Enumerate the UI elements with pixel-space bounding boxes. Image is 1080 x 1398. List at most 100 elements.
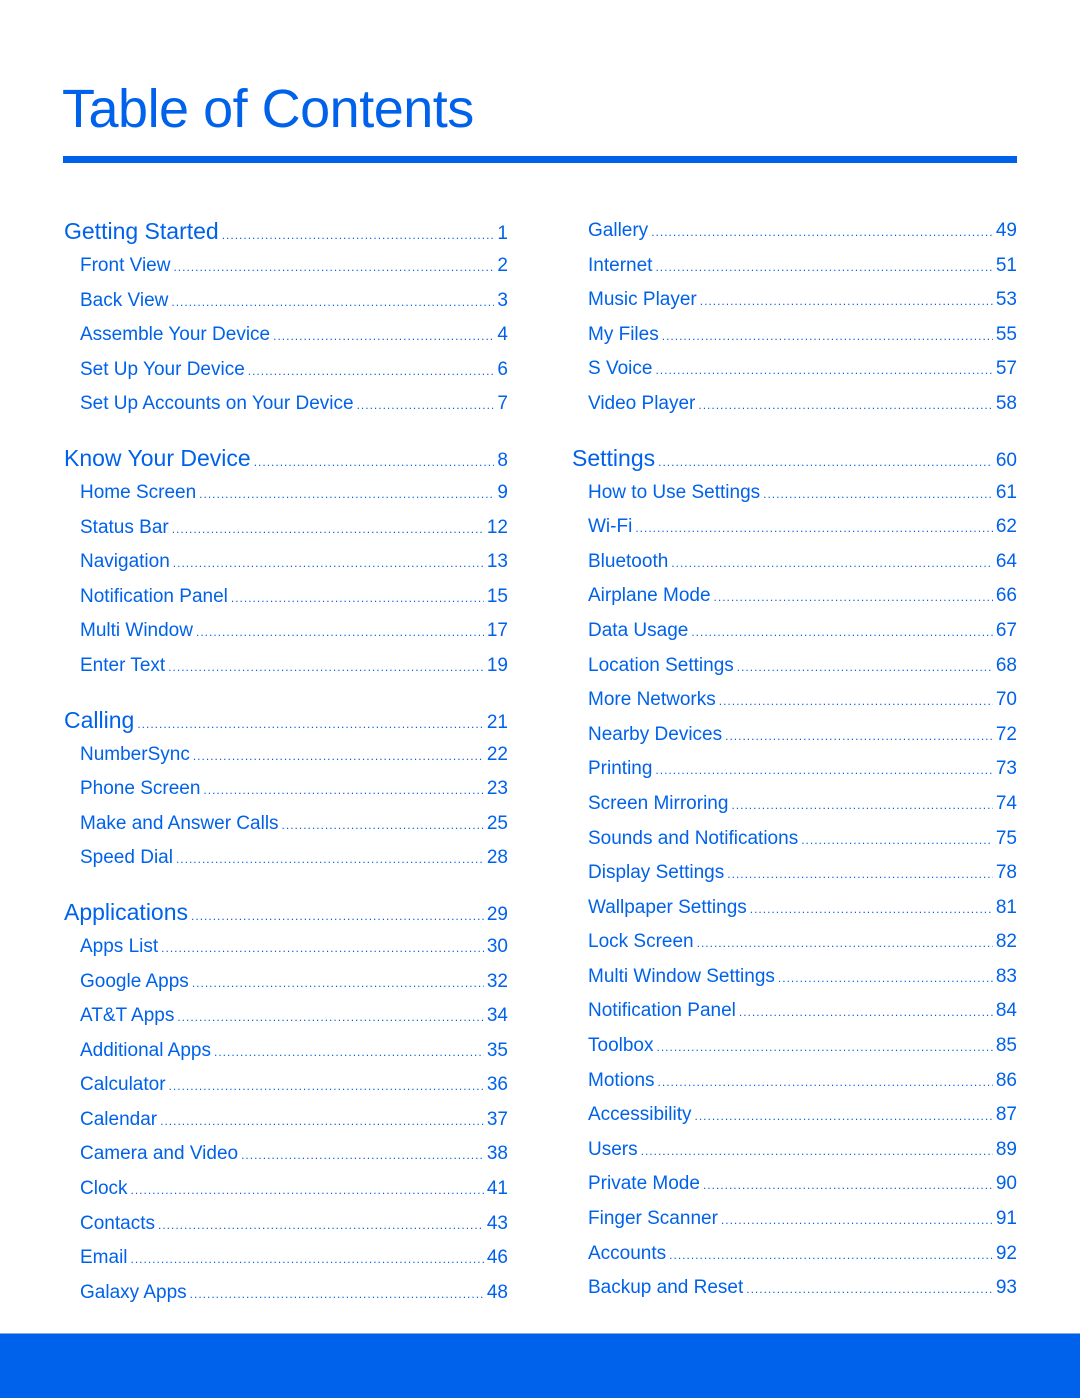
toc-entry[interactable]: Assemble Your Device 4 (64, 318, 508, 353)
toc-entry[interactable]: Multi Window Settings 83 (572, 960, 1017, 995)
entry-label: Accessibility (588, 1104, 692, 1126)
toc-entry[interactable]: Toolbox 85 (572, 1029, 1017, 1064)
toc-section-heading[interactable]: Calling 21 (64, 703, 508, 738)
page-number: 8 (497, 449, 508, 471)
toc-entry[interactable]: NumberSync 22 (64, 738, 508, 773)
toc-entry[interactable]: Nearby Devices 72 (572, 718, 1017, 753)
page-number: 32 (486, 970, 508, 992)
entry-label: Calendar (80, 1108, 158, 1130)
toc-entry[interactable]: Bluetooth 64 (572, 545, 1017, 580)
page-number: 51 (995, 254, 1017, 276)
toc-entry[interactable]: S Voice 57 (572, 352, 1017, 387)
section-title: Calling (64, 706, 135, 733)
toc-entry[interactable]: Wallpaper Settings 81 (572, 891, 1017, 926)
toc-entry[interactable]: Contacts 43 (64, 1207, 508, 1242)
toc-entry[interactable]: Calendar 37 (64, 1103, 508, 1138)
entry-label: Accounts (588, 1242, 667, 1264)
entry-label: More Networks (588, 689, 716, 711)
dot-leader (161, 931, 484, 966)
toc-entry[interactable]: Display Settings 78 (572, 856, 1017, 891)
toc-entry[interactable]: Internet 51 (572, 249, 1017, 284)
toc-entry[interactable]: Google Apps 32 (64, 965, 508, 1000)
entry-label: Notification Panel (588, 1000, 736, 1022)
toc-entry[interactable]: Calculator 36 (64, 1068, 508, 1103)
toc-column-right: Gallery 49 Internet 51 Music Player 53 My File… (572, 214, 1017, 1306)
toc-section-heading[interactable]: Know Your Device 8 (64, 441, 508, 476)
dot-leader (203, 773, 483, 808)
page-number: 2 (497, 255, 508, 276)
entry-label: Data Usage (588, 619, 689, 641)
toc-entry[interactable]: Data Usage 67 (572, 614, 1017, 649)
toc-entry[interactable]: Enter Text 19 (64, 649, 508, 684)
toc-entry[interactable]: AT&T Apps 34 (64, 999, 508, 1034)
toc-entry[interactable]: Clock 41 (64, 1172, 508, 1207)
toc-entry[interactable]: Additional Apps 35 (64, 1034, 508, 1069)
dot-leader (222, 218, 495, 253)
dot-leader (714, 580, 993, 615)
toc-entry[interactable]: Notification Panel 84 (572, 994, 1017, 1029)
toc-entry[interactable]: Wi-Fi 62 (572, 510, 1017, 545)
toc-entry[interactable]: Accounts 92 (572, 1237, 1017, 1272)
toc-entry[interactable]: Camera and Video 38 (64, 1137, 508, 1172)
toc-entry[interactable]: Users 89 (572, 1133, 1017, 1168)
dot-leader (655, 250, 992, 285)
toc-entry[interactable]: Multi Window 17 (64, 614, 508, 649)
page-number: 25 (486, 812, 508, 834)
dot-leader (662, 319, 993, 354)
toc-entry[interactable]: Front View 2 (64, 249, 508, 284)
toc-entry[interactable]: Location Settings 68 (572, 649, 1017, 684)
entry-label: Gallery (588, 220, 649, 241)
toc-entry[interactable]: Lock Screen 82 (572, 925, 1017, 960)
entry-label: Status Bar (80, 516, 169, 538)
section-title: Know Your Device (64, 444, 251, 471)
page-number: 64 (995, 550, 1017, 572)
dot-leader (168, 650, 484, 685)
toc-section-heading[interactable]: Settings 60 (572, 441, 1017, 476)
page-number: 35 (486, 1039, 508, 1061)
toc-entry[interactable]: Video Player 58 (572, 387, 1017, 422)
toc-entry[interactable]: Navigation 13 (64, 545, 508, 580)
toc-entry[interactable]: Printing 73 (572, 752, 1017, 787)
toc-entry[interactable]: Screen Mirroring 74 (572, 787, 1017, 822)
toc-entry[interactable]: Galaxy Apps 48 (64, 1276, 508, 1311)
toc-entry[interactable]: Set Up Your Device 6 (64, 353, 508, 388)
toc-entry[interactable]: My Files 55 (572, 318, 1017, 353)
entry-label: Google Apps (80, 970, 189, 992)
toc-section-heading[interactable]: Getting Started 1 (64, 214, 508, 249)
toc-entry[interactable]: Apps List 30 (64, 930, 508, 965)
toc-entry[interactable]: Motions 86 (572, 1064, 1017, 1099)
toc-entry[interactable]: Accessibility 87 (572, 1098, 1017, 1133)
dot-leader (231, 581, 484, 616)
toc-entry[interactable]: Set Up Accounts on Your Device 7 (64, 387, 508, 422)
toc-entry[interactable]: Private Mode 90 (572, 1167, 1017, 1202)
toc-entry[interactable]: Home Screen 9 (64, 476, 508, 511)
toc-entry[interactable]: Back View 3 (64, 284, 508, 319)
toc-entry[interactable]: Phone Screen 23 (64, 772, 508, 807)
toc-entry[interactable]: Music Player 53 (572, 283, 1017, 318)
toc-entry[interactable]: Status Bar 12 (64, 511, 508, 546)
dot-leader (801, 823, 993, 858)
toc-section-heading[interactable]: Applications 29 (64, 895, 508, 930)
dot-leader (196, 615, 484, 650)
toc-entry[interactable]: Speed Dial 28 (64, 841, 508, 876)
toc-entry[interactable]: How to Use Settings 61 (572, 476, 1017, 511)
dot-leader (191, 899, 484, 934)
page-number: 46 (486, 1247, 508, 1269)
entry-label: Users (588, 1138, 638, 1160)
toc-entry[interactable]: Make and Answer Calls 25 (64, 807, 508, 842)
dot-leader (254, 445, 495, 480)
dot-leader (131, 1242, 484, 1277)
page-title: Table of Contents (62, 79, 474, 139)
entry-label: Galaxy Apps (80, 1281, 187, 1303)
toc-entry[interactable]: Gallery 49 (572, 214, 1017, 249)
toc-entry[interactable]: Backup and Reset 93 (572, 1271, 1017, 1306)
title-divider (63, 156, 1017, 163)
toc-entry[interactable]: More Networks 70 (572, 683, 1017, 718)
page-number: 34 (486, 1005, 508, 1027)
toc-entry[interactable]: Sounds and Notifications 75 (572, 822, 1017, 857)
toc-entry[interactable]: Airplane Mode 66 (572, 579, 1017, 614)
toc-entry[interactable]: Finger Scanner 91 (572, 1202, 1017, 1237)
toc-entry[interactable]: Email 46 (64, 1241, 508, 1276)
toc-entry[interactable]: Notification Panel 15 (64, 580, 508, 615)
page-number: 3 (497, 289, 508, 311)
